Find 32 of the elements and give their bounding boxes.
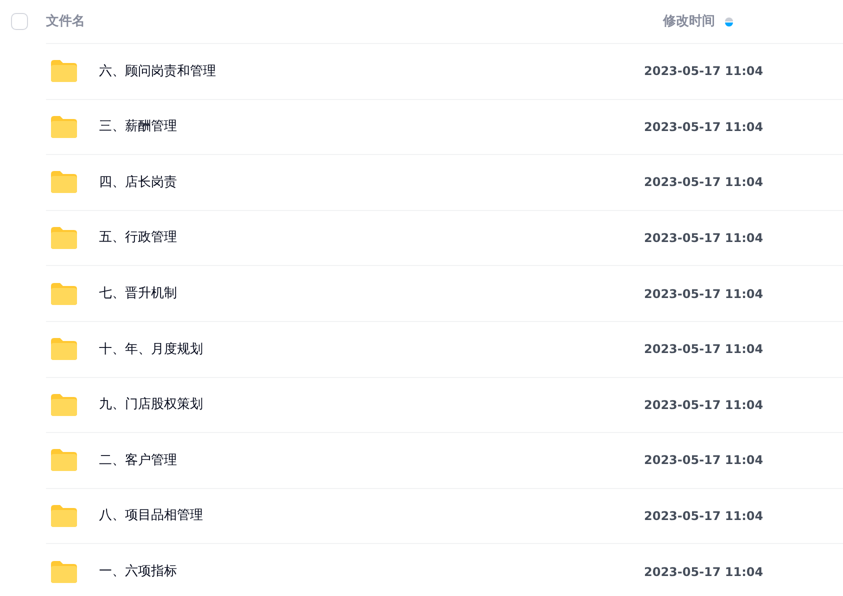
folder-icon (50, 226, 78, 250)
modified-time: 2023-05-17 11:04 (644, 396, 764, 414)
file-name[interactable]: 五、行政管理 (99, 228, 644, 248)
folder-icon (50, 560, 78, 584)
file-name[interactable]: 八、项目品相管理 (99, 506, 644, 526)
file-name[interactable]: 三、薪酬管理 (99, 117, 644, 137)
file-name[interactable]: 四、店长岗责 (99, 172, 644, 192)
folder-icon (50, 170, 78, 194)
modified-time: 2023-05-17 11:04 (644, 230, 764, 248)
folder-icon (50, 448, 78, 472)
modified-time: 2023-05-17 11:04 (644, 341, 764, 358)
folder-icon (50, 337, 78, 362)
file-name[interactable]: 二、客户管理 (99, 450, 644, 470)
file-name[interactable]: 十、年、月度规划 (99, 340, 644, 360)
modified-time: 2023-05-17 11:04 (644, 508, 764, 526)
modified-time: 2023-05-17 11:04 (644, 286, 764, 303)
folder-icon (50, 282, 78, 306)
select-all-checkbox[interactable] (11, 13, 28, 30)
folder-icon (50, 392, 78, 417)
folder-icon (50, 114, 78, 139)
modified-time: 2023-05-17 11:04 (644, 118, 764, 136)
sort-icon[interactable] (725, 16, 733, 28)
folder-icon (50, 59, 78, 84)
file-name[interactable]: 七、晋升机制 (99, 284, 644, 304)
modified-time: 2023-05-17 11:04 (644, 174, 764, 192)
modified-time: 2023-05-17 11:04 (644, 564, 764, 581)
folder-icon (50, 504, 78, 528)
file-name[interactable]: 九、门店股权策划 (99, 395, 644, 415)
modified-time: 2023-05-17 11:04 (644, 63, 764, 80)
file-name[interactable]: 一、六项指标 (99, 562, 644, 582)
modified-time: 2023-05-17 11:04 (644, 452, 764, 470)
file-name[interactable]: 六、顾问岗责和管理 (99, 62, 644, 82)
